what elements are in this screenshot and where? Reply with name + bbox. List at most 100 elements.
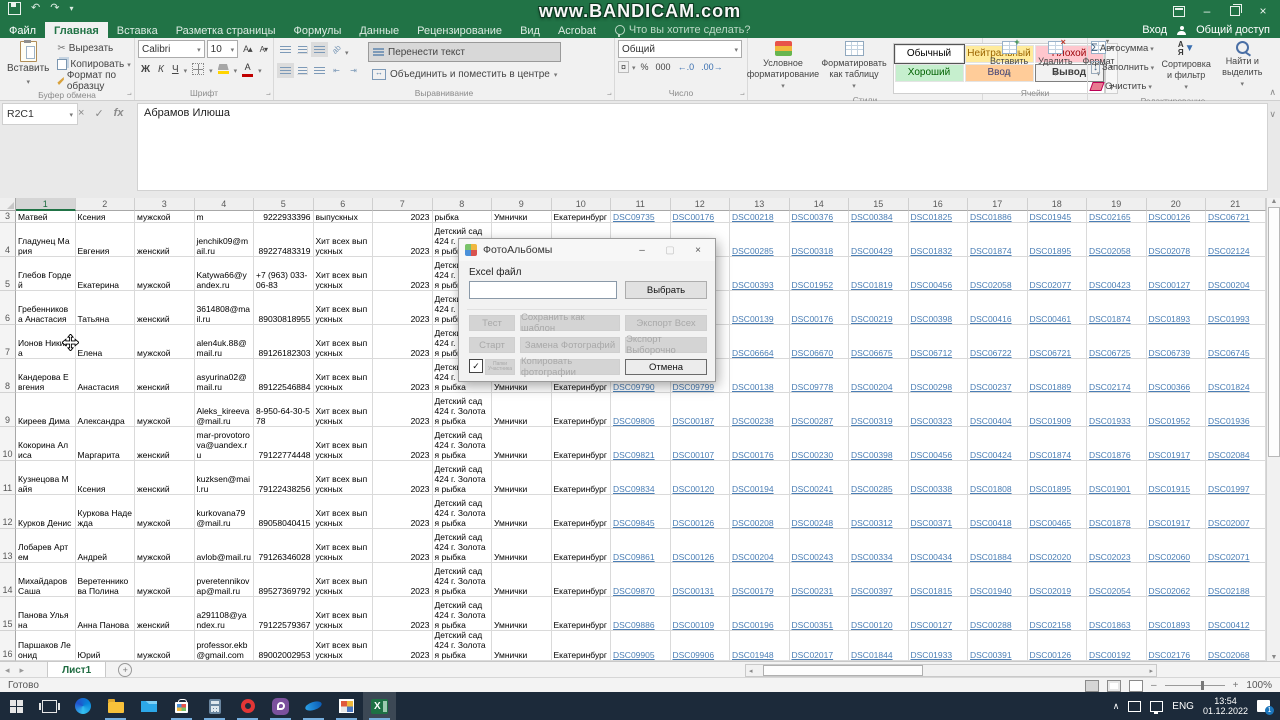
cell[interactable]: 2023: [373, 597, 433, 631]
photo-link-cell[interactable]: DSC01993: [1206, 291, 1266, 325]
cell[interactable]: 2023: [373, 461, 433, 495]
photo-link-cell[interactable]: DSC00120: [849, 597, 909, 631]
photo-link-cell[interactable]: DSC01936: [1206, 393, 1266, 427]
vertical-scrollbar[interactable]: ▲ ▼: [1266, 198, 1280, 661]
photo-link-cell[interactable]: DSC00393: [730, 257, 790, 291]
cell[interactable]: Паршаков Леонид: [16, 631, 76, 661]
cell[interactable]: Хит всех выпускных: [313, 495, 373, 529]
column-header-3[interactable]: 3: [135, 198, 195, 211]
cell[interactable]: мужской: [135, 325, 195, 359]
photo-link-cell[interactable]: DSC01874: [1027, 427, 1087, 461]
cell[interactable]: выпускных: [313, 211, 373, 223]
cell[interactable]: Детский сад 424 г. Золотая рыбка: [432, 495, 492, 529]
photo-link-cell[interactable]: DSC00351: [789, 597, 849, 631]
photo-link-cell[interactable]: DSC01895: [1027, 461, 1087, 495]
percent-style-icon[interactable]: %: [639, 62, 651, 72]
photo-link-cell[interactable]: DSC09861: [611, 529, 671, 563]
cell[interactable]: 89527369792: [254, 563, 314, 597]
photo-link-cell[interactable]: DSC01948: [730, 631, 790, 661]
photo-link-cell[interactable]: DSC01824: [1206, 359, 1266, 393]
dialog-close-icon[interactable]: ×: [687, 245, 709, 256]
page-break-view-icon[interactable]: [1129, 679, 1144, 692]
increase-decimal-icon[interactable]: ←.0: [676, 62, 697, 72]
cell[interactable]: m: [194, 211, 254, 223]
column-header-14[interactable]: 14: [789, 198, 849, 211]
cell[interactable]: Умнички: [492, 495, 552, 529]
align-left-icon[interactable]: [277, 63, 294, 78]
photo-link-cell[interactable]: DSC00287: [789, 393, 849, 427]
cell-style-обычный[interactable]: Обычный: [893, 43, 965, 64]
photo-link-cell[interactable]: DSC02017: [789, 631, 849, 661]
merge-center-button[interactable]: Объединить и поместить в центре: [368, 65, 561, 83]
photo-link-cell[interactable]: DSC00391: [968, 631, 1028, 661]
cell[interactable]: Татьяна: [75, 291, 135, 325]
row-header-7[interactable]: 7: [0, 325, 16, 359]
cell[interactable]: Екатеринбург: [551, 529, 611, 563]
enter-entry-icon[interactable]: ✓: [94, 107, 103, 120]
photo-link-cell[interactable]: DSC01844: [849, 631, 909, 661]
cell[interactable]: Детский сад 424 г. Золотая рыбка: [432, 529, 492, 563]
photo-link-cell[interactable]: DSC00243: [789, 529, 849, 563]
cell[interactable]: Умнички: [492, 631, 552, 661]
photo-link-cell[interactable]: DSC00398: [908, 291, 968, 325]
zoom-level[interactable]: 100%: [1246, 680, 1272, 691]
cell[interactable]: женский: [135, 223, 195, 257]
photo-link-cell[interactable]: DSC00312: [849, 495, 909, 529]
photo-link-cell[interactable]: DSC01874: [1087, 291, 1147, 325]
number-dialog-launcher-icon[interactable]: ⌐: [740, 90, 745, 99]
photo-link-cell[interactable]: DSC01895: [1027, 223, 1087, 257]
column-header-9[interactable]: 9: [492, 198, 552, 211]
add-sheet-icon[interactable]: +: [118, 663, 133, 677]
cell[interactable]: Екатеринбург: [551, 393, 611, 427]
next-sheet-icon[interactable]: ▸: [15, 665, 30, 676]
photo-link-cell[interactable]: DSC00218: [730, 211, 790, 223]
zoom-slider[interactable]: [1164, 681, 1225, 690]
wrap-text-button[interactable]: Перенести текст: [368, 42, 562, 62]
cell[interactable]: avlob@mail.ru: [194, 529, 254, 563]
ribbon-display-options-icon[interactable]: [1166, 1, 1192, 21]
alignment-dialog-launcher-icon[interactable]: ⌐: [607, 90, 612, 99]
photo-link-cell[interactable]: DSC02165: [1087, 211, 1147, 223]
photo-link-cell[interactable]: DSC09886: [611, 597, 671, 631]
cell[interactable]: Хит всех выпускных: [313, 529, 373, 563]
start-button[interactable]: [0, 692, 33, 720]
number-format-select[interactable]: Общий: [618, 40, 742, 58]
row-header-13[interactable]: 13: [0, 529, 16, 563]
cell[interactable]: jenchik09@mail.ru: [194, 223, 254, 257]
borders-button[interactable]: [189, 61, 207, 77]
cell[interactable]: Хит всех выпускных: [313, 597, 373, 631]
cell[interactable]: Гребенникова Анастасия: [16, 291, 76, 325]
cell[interactable]: 89030818955: [254, 291, 314, 325]
photo-link-cell[interactable]: DSC09778: [789, 359, 849, 393]
cell[interactable]: Ксения: [75, 211, 135, 223]
collapse-ribbon-icon[interactable]: ∧: [1269, 87, 1276, 98]
font-dialog-launcher-icon[interactable]: ⌐: [266, 90, 271, 99]
photo-link-cell[interactable]: DSC00397: [849, 563, 909, 597]
decrease-indent-icon[interactable]: ⇤: [328, 63, 345, 78]
onedrive-tray-icon[interactable]: [1128, 700, 1142, 712]
cell[interactable]: 89227483319: [254, 223, 314, 257]
cell[interactable]: Хит всех выпускных: [313, 393, 373, 427]
column-header-15[interactable]: 15: [849, 198, 909, 211]
tab-вид[interactable]: Вид: [511, 22, 549, 38]
cell[interactable]: 2023: [373, 291, 433, 325]
tell-me-search[interactable]: Что вы хотите сделать?: [605, 22, 751, 38]
photo-link-cell[interactable]: DSC02071: [1206, 529, 1266, 563]
cell[interactable]: 2023: [373, 563, 433, 597]
photo-link-cell[interactable]: DSC00412: [1206, 597, 1266, 631]
photo-viewer-taskbar-button[interactable]: [297, 692, 330, 720]
photo-link-cell[interactable]: DSC02020: [1027, 529, 1087, 563]
photo-link-cell[interactable]: DSC01917: [1146, 427, 1206, 461]
underline-button[interactable]: [169, 61, 182, 77]
photo-link-cell[interactable]: DSC01909: [1027, 393, 1087, 427]
photo-link-cell[interactable]: DSC02023: [1087, 529, 1147, 563]
photo-link-cell[interactable]: DSC00319: [849, 393, 909, 427]
photo-link-cell[interactable]: DSC00424: [968, 427, 1028, 461]
cell[interactable]: Детский сад 424 г. Золотая рыбка: [432, 393, 492, 427]
cell[interactable]: Детский сад 424 г. Золотая рыбка: [432, 597, 492, 631]
photo-link-cell[interactable]: DSC00285: [849, 461, 909, 495]
scroll-up-icon[interactable]: ▲: [1271, 198, 1278, 205]
photo-link-cell[interactable]: DSC01874: [968, 223, 1028, 257]
cell[interactable]: 79122438256: [254, 461, 314, 495]
cell[interactable]: Киреев Дима: [16, 393, 76, 427]
